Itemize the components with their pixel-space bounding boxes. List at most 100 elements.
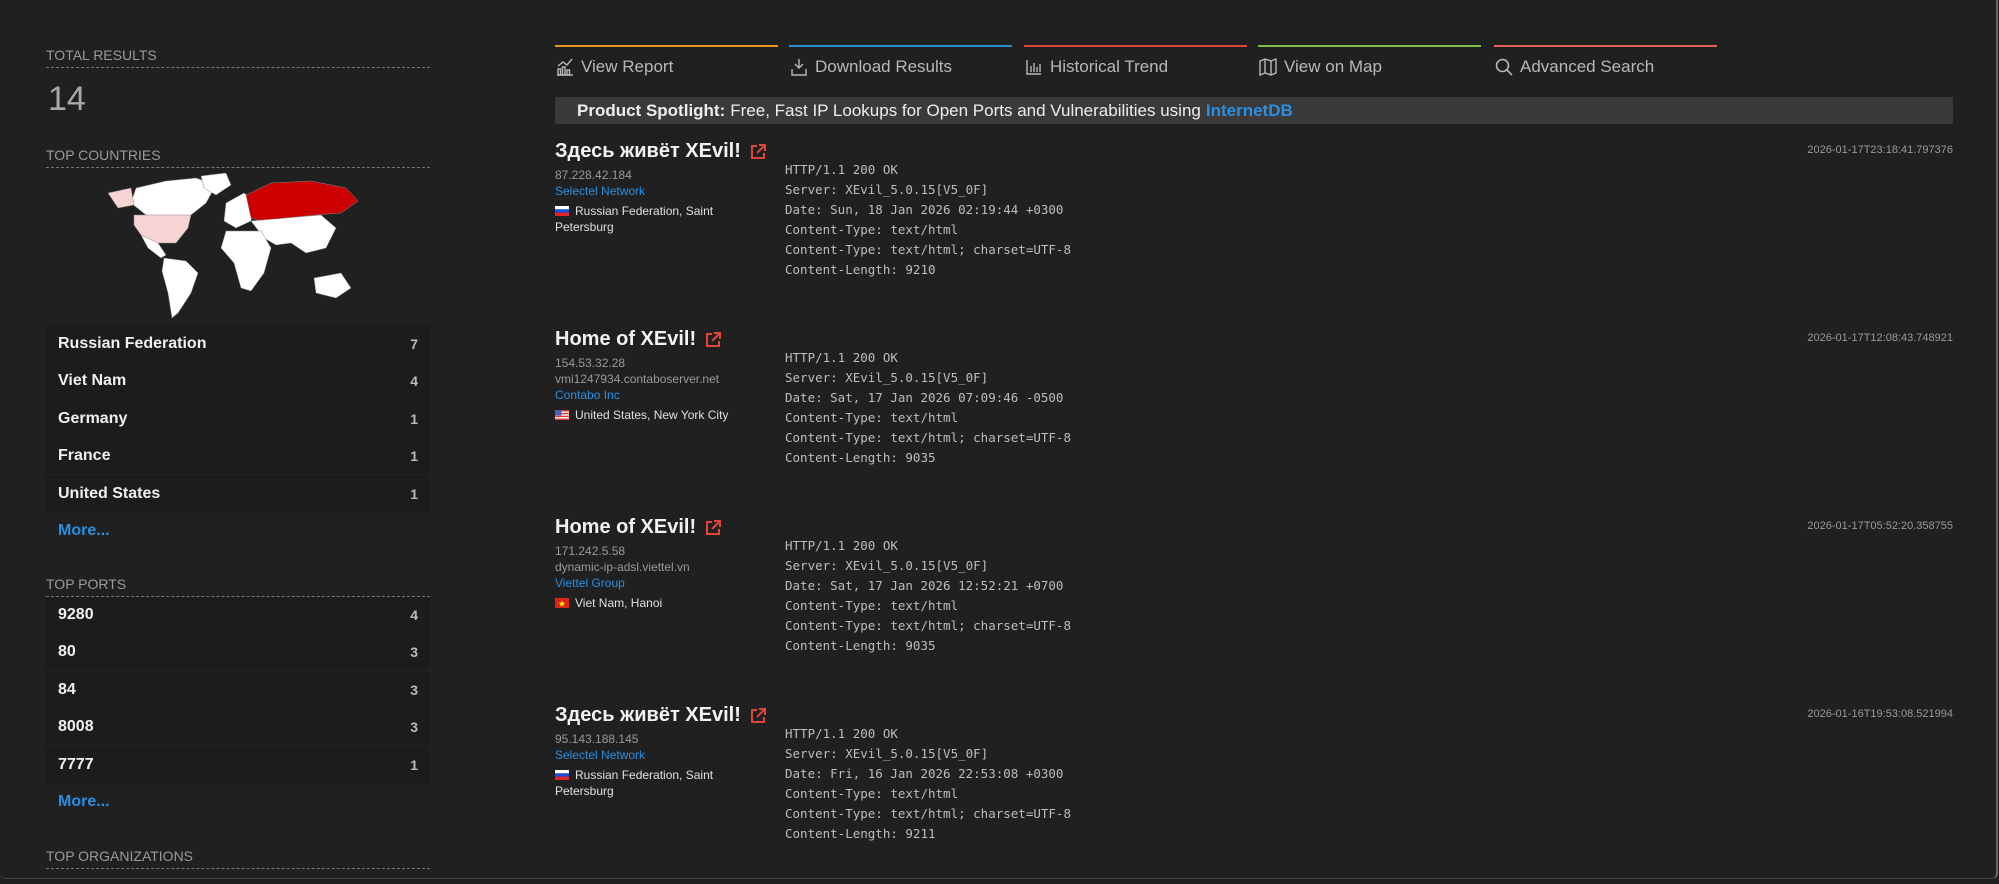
port-row[interactable]: 8008 3 bbox=[46, 709, 430, 745]
search-icon bbox=[1495, 58, 1513, 76]
external-link-icon[interactable] bbox=[749, 143, 767, 161]
result-hostname: vmi1247934.contaboserver.net bbox=[555, 372, 720, 386]
result-timestamp: 2026-01-17T12:08:43.748921 bbox=[1807, 332, 1953, 344]
banner-line: HTTP/1.1 200 OK bbox=[785, 538, 898, 553]
result-title: Здесь живёт XEvil! bbox=[555, 704, 741, 726]
result-title-link[interactable]: Home of XEvil! bbox=[555, 516, 722, 539]
banner-line: Content-Length: 9035 bbox=[785, 638, 936, 653]
result-org-link[interactable]: Contabo Inc bbox=[555, 387, 755, 403]
result-org-link[interactable]: Selectel Network bbox=[555, 747, 755, 763]
top-countries-label: Top Countries bbox=[46, 147, 430, 168]
flag-vn-icon bbox=[555, 598, 569, 608]
country-row[interactable]: Russian Federation 7 bbox=[46, 326, 430, 362]
port-count: 3 bbox=[410, 644, 418, 660]
result-title: Здесь живёт XEvil! bbox=[555, 140, 741, 162]
countries-more-link[interactable]: More... bbox=[58, 522, 110, 540]
banner-line: Content-Length: 9035 bbox=[785, 450, 936, 465]
banner-line: Content-Type: text/html; charset=UTF-8 bbox=[785, 806, 1071, 821]
banner-line: HTTP/1.1 200 OK bbox=[785, 726, 898, 741]
country-count: 7 bbox=[410, 336, 418, 352]
port-row[interactable]: 7777 1 bbox=[46, 747, 430, 783]
bar-chart-icon bbox=[1026, 60, 1041, 75]
tab-label: Historical Trend bbox=[1050, 57, 1169, 76]
result-org-link[interactable]: Viettel Group bbox=[555, 575, 755, 591]
result-meta: 171.242.5.58 dynamic-ip-adsl.viettel.vn … bbox=[555, 543, 755, 611]
banner-line: HTTP/1.1 200 OK bbox=[785, 162, 898, 177]
result-title-link[interactable]: Home of XEvil! bbox=[555, 328, 722, 351]
result-org-link[interactable]: Selectel Network bbox=[555, 183, 755, 199]
result-location: Russian Federation, Saint Petersburg bbox=[555, 767, 755, 799]
world-map[interactable] bbox=[96, 173, 386, 323]
tab-label: Download Results bbox=[815, 57, 953, 76]
product-spotlight-banner: Product Spotlight: Free, Fast IP Lookups… bbox=[555, 97, 1953, 124]
top-ports-label: Top Ports bbox=[46, 576, 430, 597]
external-link-icon[interactable] bbox=[704, 519, 722, 537]
port-number: 9280 bbox=[58, 606, 94, 623]
result-meta: 95.143.188.145 Selectel Network Russian … bbox=[555, 731, 755, 799]
banner-line: Content-Type: text/html bbox=[785, 786, 959, 801]
country-count: 1 bbox=[410, 411, 418, 427]
result-ip[interactable]: 95.143.188.145 bbox=[555, 731, 755, 747]
port-count: 1 bbox=[410, 757, 418, 773]
port-number: 7777 bbox=[58, 756, 94, 773]
banner-line: Content-Type: text/html bbox=[785, 222, 959, 237]
result-banner-data: HTTP/1.1 200 OK Server: XEvil_5.0.15[V5_0… bbox=[785, 160, 1071, 280]
banner-line: Content-Length: 9210 bbox=[785, 262, 936, 277]
result-banner-data: HTTP/1.1 200 OK Server: XEvil_5.0.15[V5_0… bbox=[785, 536, 1071, 656]
result-meta: 87.228.42.184 Selectel Network Russian F… bbox=[555, 167, 755, 235]
country-row[interactable]: Germany 1 bbox=[46, 401, 430, 437]
country-row[interactable]: France 1 bbox=[46, 438, 430, 474]
map-australia bbox=[313, 272, 352, 299]
tab-advanced-search[interactable]: Advanced Search bbox=[1494, 45, 1717, 87]
banner-line: Content-Type: text/html; charset=UTF-8 bbox=[785, 618, 1071, 633]
result-timestamp: 2026-01-17T23:18:41.797376 bbox=[1807, 144, 1953, 156]
port-row[interactable]: 84 3 bbox=[46, 672, 430, 708]
country-count: 4 bbox=[410, 373, 418, 389]
result-ip[interactable]: 154.53.32.28 bbox=[555, 355, 755, 371]
tab-historical-trend[interactable]: Historical Trend bbox=[1024, 45, 1247, 87]
tab-view-report[interactable]: View Report bbox=[555, 45, 778, 87]
result-location-text: Russian Federation, Saint Petersburg bbox=[555, 204, 714, 234]
port-row[interactable]: 9280 4 bbox=[46, 597, 430, 633]
flag-ru-icon bbox=[555, 206, 569, 216]
result-timestamp: 2026-01-17T05:52:20.358755 bbox=[1807, 520, 1953, 532]
ports-more-link[interactable]: More... bbox=[58, 793, 110, 811]
result-location-text: Viet Nam, Hanoi bbox=[575, 596, 663, 610]
result-location: Viet Nam, Hanoi bbox=[555, 595, 755, 611]
port-number: 8008 bbox=[58, 718, 94, 735]
port-row[interactable]: 80 3 bbox=[46, 634, 430, 670]
port-number: 84 bbox=[58, 681, 76, 698]
banner-line: Content-Type: text/html; charset=UTF-8 bbox=[785, 430, 1071, 445]
country-name: Viet Nam bbox=[58, 372, 127, 389]
tab-download-results[interactable]: Download Results bbox=[789, 45, 1012, 87]
tab-label: Advanced Search bbox=[1520, 57, 1655, 76]
tab-view-on-map[interactable]: View on Map bbox=[1258, 45, 1481, 87]
map-russia bbox=[245, 180, 359, 222]
result-location-text: Russian Federation, Saint Petersburg bbox=[555, 768, 714, 798]
external-link-icon[interactable] bbox=[704, 331, 722, 349]
country-row[interactable]: United States 1 bbox=[46, 476, 430, 512]
banner-line: Server: XEvil_5.0.15[V5_0F] bbox=[785, 182, 989, 197]
result-title-link[interactable]: Здесь живёт XEvil! bbox=[555, 704, 767, 727]
total-results-label: Total Results bbox=[46, 47, 430, 68]
internetdb-link[interactable]: InternetDB bbox=[1206, 101, 1293, 121]
result-ip[interactable]: 87.228.42.184 bbox=[555, 167, 755, 183]
country-row[interactable]: Viet Nam 4 bbox=[46, 363, 430, 399]
result-title-link[interactable]: Здесь живёт XEvil! bbox=[555, 140, 767, 163]
result-banner-data: HTTP/1.1 200 OK Server: XEvil_5.0.15[V5_0… bbox=[785, 724, 1071, 844]
result-item: Здесь живёт XEvil! 2026-01-16T19:53:08.5… bbox=[555, 704, 1953, 884]
result-location-text: United States, New York City bbox=[575, 408, 729, 422]
port-count: 4 bbox=[410, 607, 418, 623]
port-count: 3 bbox=[410, 719, 418, 735]
external-link-icon[interactable] bbox=[749, 707, 767, 725]
result-ip[interactable]: 171.242.5.58 bbox=[555, 543, 755, 559]
result-timestamp: 2026-01-16T19:53:08.521994 bbox=[1807, 708, 1953, 720]
banner-line: Server: XEvil_5.0.15[V5_0F] bbox=[785, 370, 989, 385]
result-item: Здесь живёт XEvil! 2026-01-17T23:18:41.7… bbox=[555, 140, 1953, 320]
country-count: 1 bbox=[410, 486, 418, 502]
banner-line: Date: Sat, 17 Jan 2026 07:09:46 -0500 bbox=[785, 390, 1064, 405]
banner-line: Content-Type: text/html; charset=UTF-8 bbox=[785, 242, 1071, 257]
result-item: Home of XEvil! 2026-01-17T12:08:43.74892… bbox=[555, 328, 1953, 508]
map-alaska bbox=[107, 187, 135, 209]
banner-line: Date: Sat, 17 Jan 2026 12:52:21 +0700 bbox=[785, 578, 1064, 593]
